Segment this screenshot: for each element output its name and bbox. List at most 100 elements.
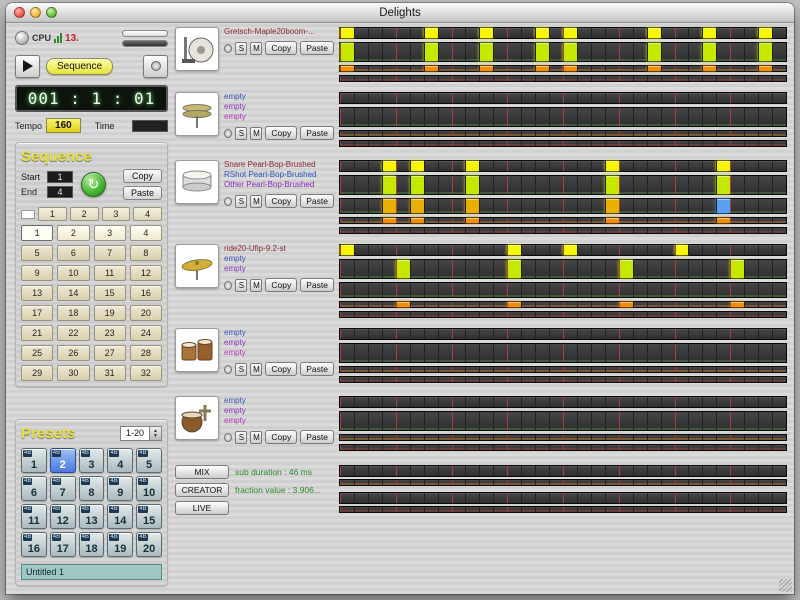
step-cell[interactable] [451, 312, 466, 317]
track-copy-button[interactable]: Copy [265, 126, 298, 140]
step-cell[interactable] [409, 283, 424, 297]
step-cell[interactable] [646, 108, 661, 126]
step-cell[interactable] [423, 412, 438, 430]
step-cell[interactable] [521, 445, 536, 450]
step-cell[interactable] [744, 329, 759, 339]
step-cell[interactable] [493, 466, 508, 476]
step-cell[interactable] [604, 76, 619, 81]
step-cell[interactable] [563, 260, 577, 278]
step-cell[interactable] [437, 377, 452, 382]
step-cell[interactable] [423, 131, 438, 136]
step-cell[interactable] [758, 445, 773, 450]
close-button[interactable] [14, 7, 25, 18]
step-cell[interactable] [395, 108, 410, 126]
step-cell[interactable] [340, 176, 354, 194]
step-cell[interactable] [395, 302, 410, 307]
step-cell[interactable] [479, 218, 494, 223]
preset-button[interactable]: 4B 5 [136, 448, 162, 473]
step-cell[interactable] [730, 260, 745, 278]
step-cell[interactable] [367, 435, 382, 440]
step-cell[interactable] [632, 131, 647, 136]
step-cell[interactable] [493, 28, 508, 38]
step-cell[interactable] [535, 367, 550, 372]
track-sample-name[interactable]: ride20-Ufip-9.2-st [224, 244, 334, 254]
step-cell[interactable] [772, 397, 786, 407]
step-cell[interactable] [618, 245, 633, 255]
step-cell[interactable] [507, 367, 522, 372]
step-cell[interactable] [521, 199, 536, 213]
preset-button[interactable]: 4B 4 [107, 448, 134, 473]
step-cell[interactable] [674, 493, 689, 503]
step-cell[interactable] [423, 141, 438, 146]
record-button[interactable] [143, 54, 168, 78]
step-cell[interactable] [451, 131, 466, 136]
measure-button[interactable]: 30 [57, 365, 90, 381]
step-cell[interactable] [479, 344, 494, 362]
step-cell[interactable] [646, 445, 661, 450]
solo-button[interactable]: S [235, 362, 248, 376]
step-cell[interactable] [381, 141, 396, 146]
step-cell[interactable] [340, 161, 354, 171]
step-cell[interactable] [758, 161, 773, 171]
step-cell[interactable] [646, 43, 661, 61]
step-cell[interactable] [702, 131, 717, 136]
step-cell[interactable] [367, 480, 382, 485]
step-cell[interactable] [604, 367, 619, 372]
step-cell[interactable] [353, 108, 368, 126]
preset-button[interactable]: 4B 2 [49, 448, 76, 473]
step-cell[interactable] [451, 245, 466, 255]
step-cell[interactable] [632, 367, 647, 372]
step-cell[interactable] [604, 161, 619, 171]
step-cell[interactable] [437, 108, 452, 126]
step-cell[interactable] [730, 218, 745, 223]
measure-button[interactable]: 1 [21, 225, 54, 241]
step-cell[interactable] [479, 28, 494, 38]
step-cell[interactable] [646, 312, 661, 317]
step-cell[interactable] [479, 480, 494, 485]
step-cell[interactable] [521, 131, 536, 136]
step-cell[interactable] [340, 445, 354, 450]
step-cell[interactable] [744, 493, 759, 503]
step-cell[interactable] [716, 93, 731, 103]
step-cell[interactable] [367, 367, 382, 372]
step-cell[interactable] [702, 199, 717, 213]
step-cell[interactable] [730, 93, 745, 103]
step-cell[interactable] [772, 218, 786, 223]
step-cell[interactable] [535, 302, 550, 307]
step-cell[interactable] [632, 218, 647, 223]
step-cell[interactable] [576, 302, 591, 307]
step-cell[interactable] [576, 397, 591, 407]
step-cell[interactable] [702, 367, 717, 372]
step-cell[interactable] [590, 199, 605, 213]
step-cell[interactable] [563, 176, 577, 194]
solo-button[interactable]: S [235, 126, 248, 140]
step-cell[interactable] [507, 260, 522, 278]
step-cell[interactable] [618, 131, 633, 136]
step-cell[interactable] [563, 367, 577, 372]
step-cell[interactable] [465, 480, 480, 485]
step-cell[interactable] [395, 76, 410, 81]
step-cell[interactable] [702, 28, 717, 38]
track-sample-name[interactable]: empty [224, 416, 334, 426]
measure-button[interactable]: 25 [21, 345, 54, 361]
step-cell[interactable] [716, 344, 731, 362]
step-cell[interactable] [563, 397, 577, 407]
step-cell[interactable] [367, 302, 382, 307]
step-cell[interactable] [590, 435, 605, 440]
measure-position-indicator[interactable] [21, 209, 35, 219]
step-cell[interactable] [576, 507, 591, 512]
step-cell[interactable] [493, 445, 508, 450]
step-cell[interactable] [367, 66, 382, 71]
step-cell[interactable] [340, 329, 354, 339]
step-cell[interactable] [604, 176, 619, 194]
step-cell[interactable] [465, 76, 480, 81]
step-cell[interactable] [744, 312, 759, 317]
step-cell[interactable] [660, 131, 675, 136]
step-cell[interactable] [395, 397, 410, 407]
step-cell[interactable] [479, 141, 494, 146]
step-cell[interactable] [590, 260, 605, 278]
step-cell[interactable] [744, 43, 759, 61]
step-cell[interactable] [521, 412, 536, 430]
step-cell[interactable] [367, 397, 382, 407]
step-cell[interactable] [381, 28, 396, 38]
